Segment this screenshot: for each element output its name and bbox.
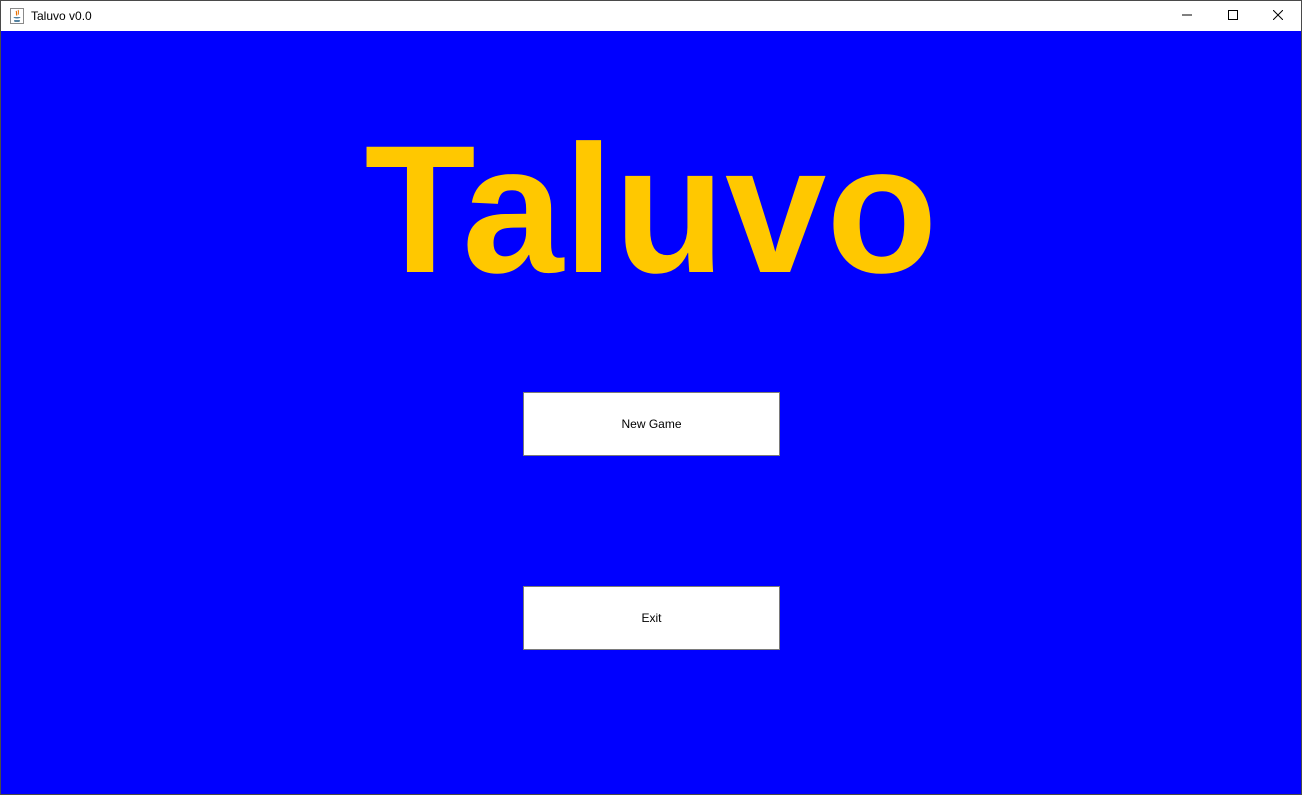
main-menu-panel: Taluvo New Game Exit bbox=[1, 31, 1301, 794]
app-window: Taluvo v0.0 Taluvo New Game Exit bbox=[0, 0, 1302, 795]
exit-label: Exit bbox=[641, 611, 662, 625]
new-game-button[interactable]: New Game bbox=[523, 392, 780, 456]
java-cup-icon bbox=[10, 8, 24, 24]
title-bar[interactable]: Taluvo v0.0 bbox=[1, 1, 1301, 31]
minimize-icon bbox=[1182, 7, 1192, 25]
minimize-button[interactable] bbox=[1164, 1, 1210, 31]
close-icon bbox=[1272, 7, 1284, 25]
game-title: Taluvo bbox=[364, 107, 938, 311]
maximize-icon bbox=[1228, 7, 1238, 25]
exit-button[interactable]: Exit bbox=[523, 586, 780, 650]
close-button[interactable] bbox=[1255, 1, 1301, 31]
new-game-label: New Game bbox=[621, 417, 682, 431]
window-title: Taluvo v0.0 bbox=[31, 9, 92, 23]
maximize-button[interactable] bbox=[1210, 1, 1256, 31]
